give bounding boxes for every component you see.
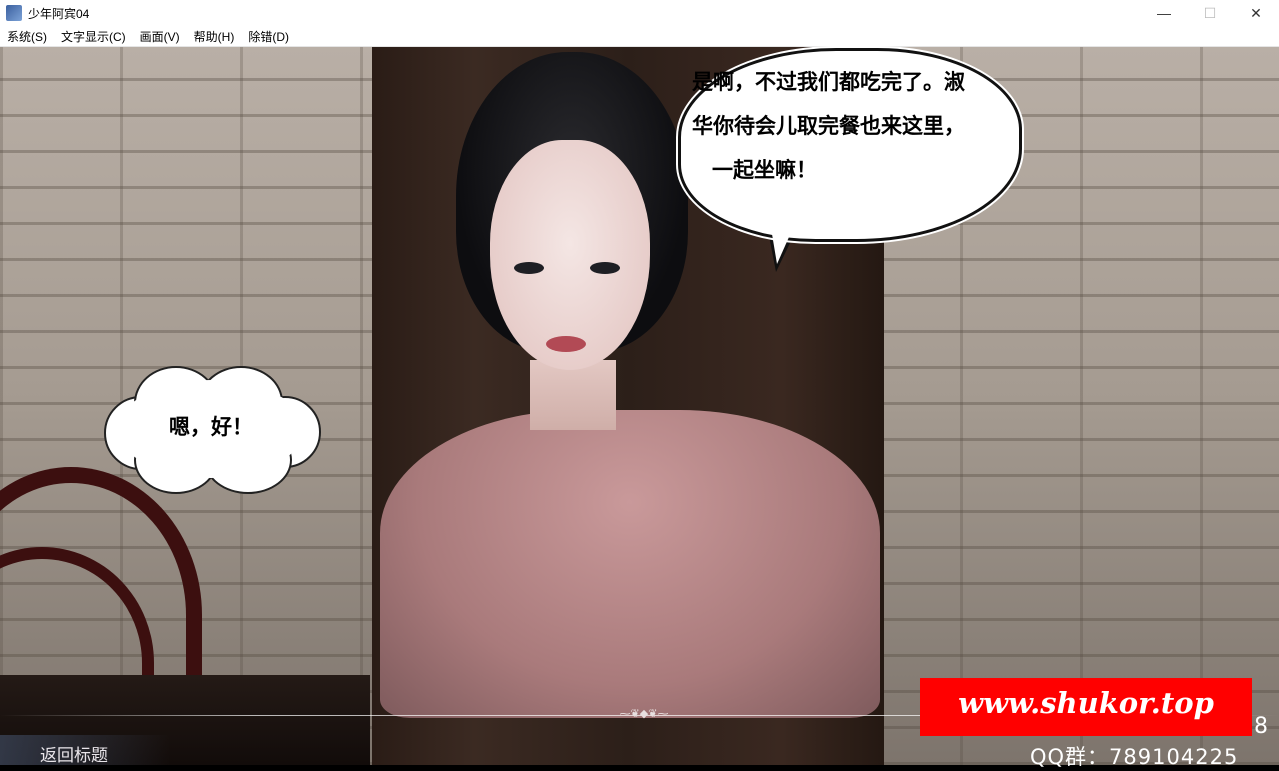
speech-line-1: 是啊，不过我们都吃完了。淑 xyxy=(692,69,965,94)
close-button[interactable]: ✕ xyxy=(1233,0,1279,26)
watermark-url: www.shukor.top xyxy=(958,686,1214,720)
character-lips xyxy=(546,336,586,352)
app-icon xyxy=(6,5,22,21)
minimize-button[interactable]: — xyxy=(1141,0,1187,26)
menu-help[interactable]: 帮助(H) xyxy=(187,28,242,45)
speech-line-2: 华你待会儿取完餐也来这里， xyxy=(692,113,965,138)
speech-line-3: 一起坐嘛！ xyxy=(712,157,817,182)
menu-system[interactable]: 系统(S) xyxy=(0,28,54,45)
window-title: 少年阿宾04 xyxy=(28,6,90,21)
speech-bubble-tail-inner xyxy=(768,210,801,264)
ornament-icon: ⁓❦◆❦⁓ xyxy=(619,708,669,720)
speech-bubble-right-text: 是啊，不过我们都吃完了。淑 华你待会儿取完餐也来这里， 一起坐嘛！ xyxy=(692,60,1010,192)
menu-screen[interactable]: 画面(V) xyxy=(133,28,187,45)
character-shirt xyxy=(380,410,880,718)
character-eye-left xyxy=(514,262,544,274)
thought-bubble-text: 嗯，好！ xyxy=(169,414,253,439)
menu-text-display[interactable]: 文字显示(C) xyxy=(54,28,133,45)
menu-debug[interactable]: 除错(D) xyxy=(241,28,296,45)
character-neck xyxy=(530,360,616,430)
maximize-button[interactable]: ☐ xyxy=(1187,0,1233,26)
watermark-partial-digit: 8 xyxy=(1254,714,1268,739)
watermark-qq: QQ群：789104225 xyxy=(1030,745,1239,769)
return-title-button[interactable]: 返回标题 xyxy=(40,741,108,766)
menu-bar: 系统(S) 文字显示(C) 画面(V) 帮助(H) 除错(D) xyxy=(0,26,1279,47)
character-eye-right xyxy=(590,262,620,274)
window-title-bar[interactable]: 少年阿宾04 — ☐ ✕ xyxy=(0,0,1279,26)
